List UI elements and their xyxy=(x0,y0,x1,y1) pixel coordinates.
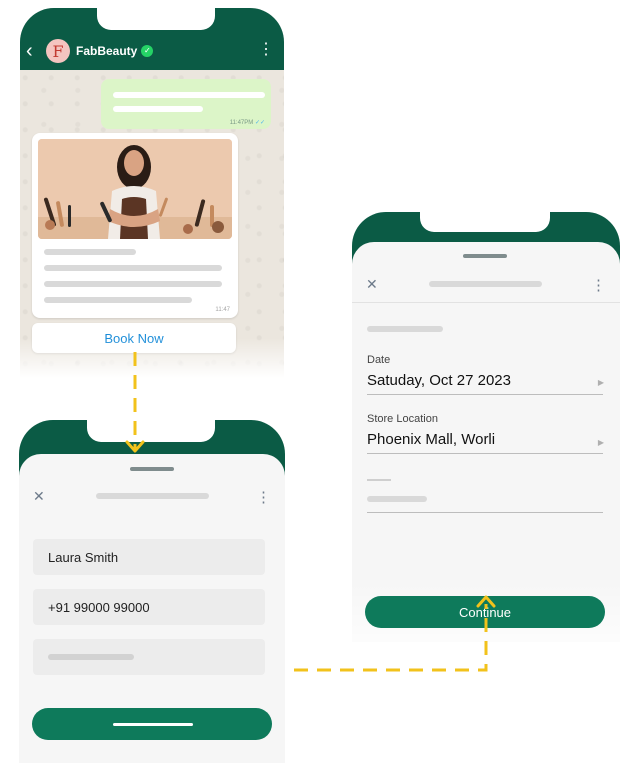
flow-connectors xyxy=(125,352,496,672)
connector-right-up xyxy=(294,604,488,672)
